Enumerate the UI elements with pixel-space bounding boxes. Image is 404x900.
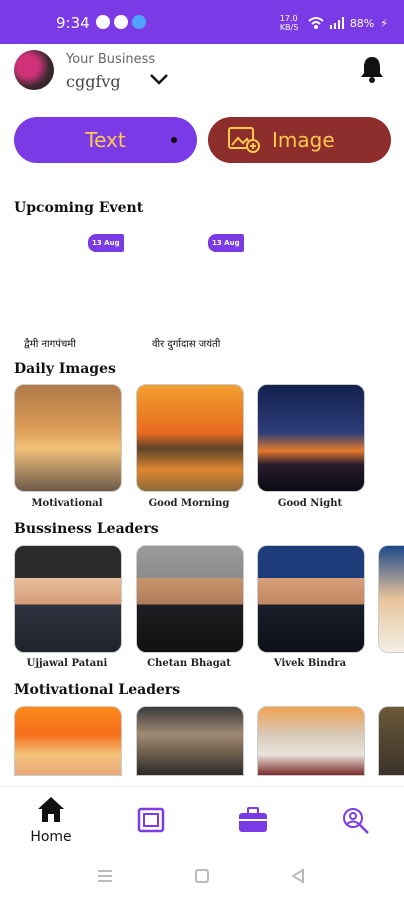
network-speed: 17.0 KB/S bbox=[279, 14, 299, 32]
event-name[interactable]: द्वैमी नागपंचमी bbox=[24, 336, 76, 350]
chevron-down-icon[interactable] bbox=[148, 68, 170, 90]
nav-home[interactable]: Home bbox=[28, 795, 74, 845]
daily-images-title: Daily Images bbox=[14, 361, 116, 377]
daily-image-label: Good Morning bbox=[148, 498, 230, 509]
motivational-card[interactable] bbox=[378, 706, 404, 776]
daily-image-card[interactable] bbox=[257, 384, 365, 492]
menu-icon[interactable] bbox=[96, 868, 114, 884]
bell-icon[interactable] bbox=[358, 54, 386, 84]
business-avatar[interactable] bbox=[14, 50, 54, 90]
frame-editor-icon[interactable] bbox=[137, 807, 165, 833]
system-navigation-bar bbox=[0, 852, 404, 900]
daily-image-label: Good Night bbox=[277, 498, 343, 509]
business-name[interactable]: cggfvg bbox=[66, 72, 121, 91]
signal-icon bbox=[329, 17, 344, 29]
app-notification-icon bbox=[132, 15, 146, 29]
business-header: Your Business cggfvg bbox=[0, 44, 404, 104]
motivational-card[interactable] bbox=[257, 706, 365, 776]
bottom-navigation: Home bbox=[0, 786, 404, 853]
add-image-icon bbox=[228, 127, 260, 153]
back-icon[interactable] bbox=[290, 868, 306, 884]
business-label: Your Business bbox=[66, 52, 156, 67]
leader-card[interactable] bbox=[257, 545, 365, 653]
daily-image-label: Motivational bbox=[31, 498, 103, 509]
battery-level: 88% bbox=[349, 16, 375, 30]
upcoming-event-title: Upcoming Event bbox=[14, 200, 144, 216]
event-name[interactable]: वीर दुर्गादास जयंती bbox=[152, 336, 220, 350]
leader-card[interactable] bbox=[136, 545, 244, 653]
image-tab-button[interactable]: Image bbox=[208, 117, 391, 163]
business-leaders-title: Bussiness Leaders bbox=[14, 521, 159, 537]
leader-label: Chetan Bhagat bbox=[147, 658, 231, 669]
profile-search-icon[interactable] bbox=[342, 807, 370, 835]
leader-card[interactable] bbox=[14, 545, 122, 653]
event-date-badge: 13 Aug bbox=[88, 234, 124, 252]
image-tab-label: Image bbox=[272, 128, 335, 152]
wifi-icon bbox=[308, 17, 324, 29]
tab-indicator-dot bbox=[171, 137, 177, 143]
text-tab-button[interactable]: Text bbox=[14, 117, 197, 163]
leader-label: Vivek Bindra bbox=[273, 658, 347, 669]
event-date-badge: 13 Aug bbox=[208, 234, 244, 252]
daily-image-card[interactable] bbox=[136, 384, 244, 492]
text-tab-label: Text bbox=[85, 128, 126, 152]
home-square-icon[interactable] bbox=[194, 868, 210, 884]
daily-image-card[interactable] bbox=[14, 384, 122, 492]
charging-icon: ⚡ bbox=[380, 16, 388, 30]
messenger-icon bbox=[114, 15, 128, 29]
home-icon bbox=[38, 797, 64, 822]
motivational-leaders-title: Motivational Leaders bbox=[14, 682, 181, 698]
status-bar: 9:34 17.0 KB/S 88% ⚡ bbox=[0, 0, 404, 44]
leader-label: Ujjawal Patani bbox=[26, 658, 108, 669]
leader-card[interactable] bbox=[378, 545, 404, 653]
motivational-card[interactable] bbox=[14, 706, 122, 776]
briefcase-icon[interactable] bbox=[238, 807, 268, 833]
nav-home-label: Home bbox=[30, 829, 72, 845]
notification-icons bbox=[96, 15, 146, 29]
status-right: 17.0 KB/S 88% ⚡ bbox=[280, 14, 388, 32]
notification-dot-icon bbox=[96, 15, 110, 29]
status-time: 9:34 bbox=[56, 14, 90, 32]
motivational-card[interactable] bbox=[136, 706, 244, 776]
